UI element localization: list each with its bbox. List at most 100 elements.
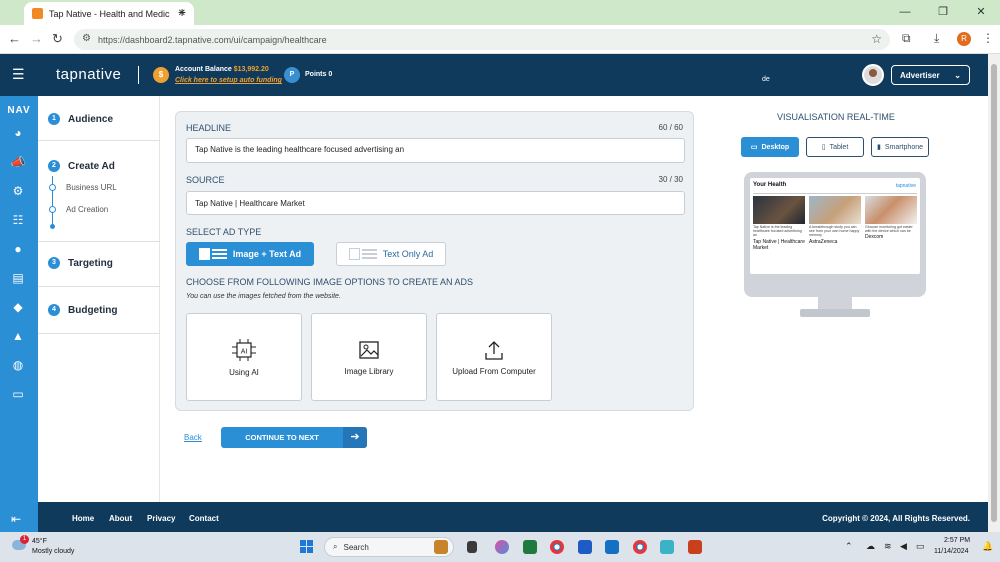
taskbar-app-icon[interactable] [434,540,448,554]
step-create-ad[interactable]: 2 Create Ad [48,160,115,172]
step-budgeting[interactable]: 4 Budgeting [48,304,117,316]
option-using-ai[interactable]: AI Using AI [186,313,302,401]
gear-icon[interactable]: ⚙ [10,183,26,199]
headline-value: Tap Native is the leading healthcare foc… [195,145,405,154]
file-icon[interactable] [467,541,477,553]
forward-arrow-icon[interactable]: → [30,31,43,46]
document-icon[interactable]: ▤ [10,270,26,286]
device-smartphone-button[interactable]: ▮ Smartphone [871,137,929,157]
tag-icon[interactable]: ◆ [10,299,26,315]
auto-funding-link[interactable]: Click here to setup auto funding [175,77,282,84]
preview-ad-card: A breakthrough study you can see from yo… [809,196,861,245]
app-icon-p[interactable] [660,540,674,554]
role-select[interactable]: Advertiser ⌄ [891,65,970,85]
minimize-icon[interactable]: — [886,0,924,25]
piggy-bank-icon[interactable]: ● [10,241,26,257]
role-select-value: Advertiser [900,70,940,80]
bell-icon[interactable]: ▲ [10,328,26,344]
option-upload-computer[interactable]: Upload From Computer [436,313,552,401]
search-placeholder: Search [343,542,369,552]
ai-chip-icon: AI [232,338,256,361]
bookmark-star-icon[interactable]: ☆ [871,32,882,46]
clock-time[interactable]: 2:57 PM [944,537,970,544]
device-label: Smartphone [884,143,923,151]
continue-label: CONTINUE TO NEXT [245,433,319,442]
download-icon[interactable]: ⤓ [934,31,939,46]
user-avatar[interactable] [862,64,884,86]
continue-button[interactable]: CONTINUE TO NEXT ➔ [221,427,367,448]
restore-icon[interactable]: ❐ [924,0,962,25]
app-header: ☰ tapnative $ Account Balance $13,992.20… [0,54,1000,96]
device-label: Desktop [761,143,790,151]
windows-start-icon[interactable] [300,540,313,553]
headline-count: 60 / 60 [658,123,683,132]
ad-thumbnail [865,196,917,224]
footer-link-home[interactable]: Home [72,514,94,523]
site-info-icon[interactable]: ⚙ [82,33,91,44]
windows-taskbar: 1 45°F Mostly cloudy ⌕ Search ⌃ ☁ ≋ ◀ ▭ … [0,532,1000,562]
source-input[interactable]: Tap Native | Healthcare Market [186,191,685,215]
hamburger-menu-icon[interactable]: ☰ [12,66,25,83]
option-image-library[interactable]: Image Library [311,313,427,401]
logout-icon[interactable]: ⇤ [11,512,21,526]
powerpoint-icon[interactable] [688,540,702,554]
back-arrow-icon[interactable]: ← [8,31,21,46]
screen-title: Your Health [753,182,787,188]
step-label: Budgeting [68,304,118,316]
tapnative-logo[interactable]: tapnative [56,66,121,83]
preview-ad-card: Tap Native is the leading healthcare foc… [753,196,805,251]
weather-desc: Mostly cloudy [32,548,75,555]
headline-input[interactable]: Tap Native is the leading healthcare foc… [186,138,685,163]
scrollbar-thumb[interactable] [991,64,997,522]
device-desktop-button[interactable]: ▭ Desktop [741,137,799,157]
footer-link-contact[interactable]: Contact [189,514,219,523]
step-audience[interactable]: 1 Audience [48,113,113,125]
notification-bell-icon[interactable]: 🔔 [982,541,993,552]
close-window-icon[interactable]: ✕ [962,0,1000,25]
outlook-icon[interactable] [605,540,619,554]
megaphone-icon[interactable]: 📣 [10,154,26,170]
source-value: Tap Native | Healthcare Market [195,198,305,208]
footer-link-privacy[interactable]: Privacy [147,514,175,523]
wifi-icon[interactable]: ≋ [884,541,892,552]
image-library-icon [359,340,379,359]
battery-icon[interactable]: ▭ [916,541,925,552]
steps-sidebar: 1 Audience 2 Create Ad Business URL Ad C… [38,96,160,502]
chrome-icon[interactable] [550,540,564,554]
pie-chart-icon[interactable]: ◕ [10,125,26,141]
substep-ad-creation[interactable]: Ad Creation [66,205,108,214]
substep-business-url[interactable]: Business URL [66,183,117,192]
chevron-up-icon[interactable]: ⌃ [845,541,853,552]
back-link[interactable]: Back [184,433,202,442]
reload-icon[interactable]: ↻ [52,31,63,47]
word-icon[interactable] [578,540,592,554]
favicon-icon [32,8,43,19]
step-targeting[interactable]: 3 Targeting [48,257,113,269]
extensions-icon[interactable]: ⧉ [902,31,911,46]
ad-type-label: SELECT AD TYPE [186,227,262,237]
chrome-profile-icon[interactable] [633,540,647,554]
onedrive-icon[interactable]: ☁ [866,541,875,552]
excel-icon[interactable] [523,540,537,554]
volume-icon[interactable]: ◀ [900,541,907,552]
profile-avatar[interactable]: R [957,32,971,46]
chrome-menu-icon[interactable]: ⋮ [982,31,994,45]
desktop-monitor: Your Health tapnative Tap Native is the … [744,172,926,297]
text-only-ad-button[interactable]: Text Only Ad [336,242,446,266]
new-tab-icon[interactable]: + [178,4,186,20]
globe-icon[interactable]: ◍ [10,357,26,373]
clock-date[interactable]: 11/14/2024 [934,548,969,555]
browser-tab[interactable]: Tap Native - Health and Medic ✕ [24,2,194,25]
list-icon[interactable]: ☷ [10,212,26,228]
copilot-icon[interactable] [495,540,509,554]
weather-temp: 45°F [32,538,47,545]
coin-icon: $ [153,67,169,83]
step-number: 3 [48,257,60,269]
footer-link-about[interactable]: About [109,514,132,523]
step-divider [38,140,160,141]
ad-source: AstraZeneca [809,238,838,245]
terminal-icon[interactable]: ▭ [10,386,26,402]
image-text-ad-button[interactable]: Image + Text Ad [186,242,314,266]
url-field[interactable]: ⚙ https://dashboard2.tapnative.com/ui/ca… [74,29,890,50]
device-tablet-button[interactable]: ▯ Tablet [806,137,864,157]
